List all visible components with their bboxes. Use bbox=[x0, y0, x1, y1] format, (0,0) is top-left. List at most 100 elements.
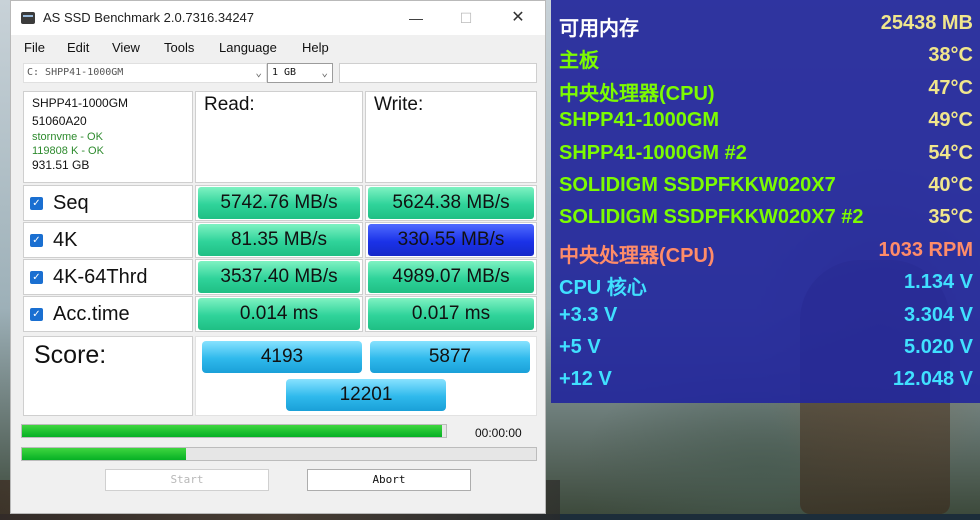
menu-language[interactable]: Language bbox=[219, 40, 277, 55]
sensor-overlay: 可用内存 25438 MB 主板 38°C 中央处理器(CPU) 47°C SHPP41-1… bbox=[551, 0, 980, 403]
sensor-row: CPU 核心 1.134 V bbox=[559, 267, 973, 299]
sensor-label: 中央处理器(CPU) bbox=[559, 82, 715, 105]
alignment-status: 119808 K - OK bbox=[32, 145, 104, 157]
main-progress-bar bbox=[21, 424, 447, 438]
4k-read-value: 81.35 MB/s bbox=[198, 224, 360, 256]
start-button[interactable]: Start bbox=[105, 469, 269, 491]
score-panel: 4193 5877 12201 bbox=[195, 336, 537, 416]
4k-write-cell: 330.55 MB/s bbox=[365, 222, 537, 258]
sensor-label: +3.3 V bbox=[559, 303, 618, 326]
driver-status: stornvme - OK bbox=[32, 131, 103, 143]
row-4k-64thrd: ✓ 4K-64Thrd bbox=[23, 259, 193, 295]
sensor-row: 中央处理器(CPU) 1033 RPM bbox=[559, 235, 973, 267]
test-size-select[interactable]: 1 GB ⌄ bbox=[267, 63, 333, 83]
score-total-value: 12201 bbox=[286, 379, 446, 411]
score-label: Score: bbox=[23, 336, 193, 416]
seq-write-cell: 5624.38 MB/s bbox=[365, 185, 537, 221]
4k-64thrd-read-value: 3537.40 MB/s bbox=[198, 261, 360, 293]
row-4k: ✓ 4K bbox=[23, 222, 193, 258]
sensor-label: SHPP41-1000GM bbox=[559, 109, 720, 132]
abort-button[interactable]: Abort bbox=[307, 469, 471, 491]
acc-time-checkbox[interactable]: ✓ bbox=[30, 307, 43, 321]
sensor-value: 35°C bbox=[928, 206, 973, 229]
4k-64thrd-write-cell: 4989.07 MB/s bbox=[365, 259, 537, 295]
sensor-value: 1.134 V bbox=[904, 271, 973, 294]
chevron-down-icon: ⌄ bbox=[321, 66, 328, 79]
close-button[interactable]: ✕ bbox=[495, 5, 541, 31]
chevron-down-icon: ⌄ bbox=[255, 66, 262, 79]
sensor-row: SOLIDIGM SSDPFKKW020X7 40°C bbox=[559, 170, 973, 202]
seq-write-value: 5624.38 MB/s bbox=[368, 187, 534, 219]
sensor-value: 5.020 V bbox=[904, 336, 973, 358]
sensor-label: 中央处理器(CPU) bbox=[559, 244, 715, 267]
sensor-value: 54°C bbox=[928, 141, 973, 164]
secondary-progress-bar bbox=[21, 447, 537, 461]
sensor-label: SHPP41-1000GM #2 bbox=[559, 141, 747, 164]
menu-help[interactable]: Help bbox=[302, 40, 329, 55]
sensor-label: 可用内存 bbox=[559, 18, 639, 40]
sensor-row: SHPP41-1000GM #2 54°C bbox=[559, 138, 973, 170]
row-label: 4K bbox=[53, 228, 78, 251]
as-ssd-window: AS SSD Benchmark 2.0.7316.34247 — ☐ ✕ Fi… bbox=[10, 0, 546, 514]
menu-view[interactable]: View bbox=[112, 40, 140, 55]
4k-64thrd-write-value: 4989.07 MB/s bbox=[368, 261, 534, 293]
drive-select-value: C: SHPP41-1000GM bbox=[27, 67, 124, 78]
4k-64thrd-read-cell: 3537.40 MB/s bbox=[195, 259, 363, 295]
seq-read-value: 5742.76 MB/s bbox=[198, 187, 360, 219]
sensor-value: 49°C bbox=[928, 109, 973, 132]
app-icon bbox=[21, 12, 35, 24]
sensor-row: +5 V 5.020 V bbox=[559, 332, 973, 364]
score-read-value: 4193 bbox=[202, 341, 362, 373]
4k-64thrd-checkbox[interactable]: ✓ bbox=[30, 270, 43, 284]
sensor-row: 中央处理器(CPU) 47°C bbox=[559, 73, 973, 105]
sensor-label: SOLIDIGM SSDPFKKW020X7 #2 bbox=[559, 206, 864, 229]
4k-read-cell: 81.35 MB/s bbox=[195, 222, 363, 258]
sensor-label: +5 V bbox=[559, 336, 601, 358]
results-grid: SHPP41-1000GM 51060A20 stornvme - OK 119… bbox=[23, 91, 537, 421]
drive-firmware: 51060A20 bbox=[32, 114, 87, 128]
sensor-row: 主板 38°C bbox=[559, 40, 973, 72]
minimize-button[interactable]: — bbox=[393, 5, 439, 31]
maximize-button[interactable]: ☐ bbox=[443, 5, 489, 31]
title-bar[interactable]: AS SSD Benchmark 2.0.7316.34247 — ☐ ✕ bbox=[11, 1, 545, 35]
sensor-label: +12 V bbox=[559, 368, 612, 391]
sensor-value: 1033 RPM bbox=[878, 238, 974, 261]
read-header: Read: bbox=[195, 91, 363, 183]
sensor-row: 可用内存 25438 MB bbox=[559, 8, 973, 40]
seq-checkbox[interactable]: ✓ bbox=[30, 196, 43, 210]
main-progress-fill bbox=[22, 425, 442, 437]
sensor-row: SOLIDIGM SSDPFKKW020X7 #2 35°C bbox=[559, 202, 973, 234]
write-header: Write: bbox=[365, 91, 537, 183]
row-seq: ✓ Seq bbox=[23, 185, 193, 221]
menu-bar: File Edit View Tools Language Help bbox=[11, 37, 545, 59]
score-write-value: 5877 bbox=[370, 341, 530, 373]
4k-write-value: 330.55 MB/s bbox=[368, 224, 534, 256]
sensor-label: 主板 bbox=[559, 50, 599, 73]
sensor-row: +12 V 12.048 V bbox=[559, 364, 973, 396]
acc-time-read-cell: 0.014 ms bbox=[195, 296, 363, 332]
sensor-row: SHPP41-1000GM 49°C bbox=[559, 105, 973, 137]
drive-model: SHPP41-1000GM bbox=[32, 96, 129, 110]
row-label: Seq bbox=[53, 191, 89, 214]
menu-edit[interactable]: Edit bbox=[67, 40, 89, 55]
row-label: Acc.time bbox=[53, 302, 130, 325]
menu-tools[interactable]: Tools bbox=[164, 40, 194, 55]
status-box bbox=[339, 63, 537, 83]
drive-capacity: 931.51 GB bbox=[32, 158, 90, 172]
sensor-label: SOLIDIGM SSDPFKKW020X7 bbox=[559, 174, 836, 196]
row-label: 4K-64Thrd bbox=[53, 265, 148, 288]
sensor-value: 40°C bbox=[928, 174, 973, 196]
sensor-row: +3.3 V 3.304 V bbox=[559, 300, 973, 332]
sensor-value: 47°C bbox=[928, 76, 973, 99]
menu-file[interactable]: File bbox=[24, 40, 45, 55]
4k-checkbox[interactable]: ✓ bbox=[30, 233, 43, 247]
row-acc-time: ✓ Acc.time bbox=[23, 296, 193, 332]
drive-info-panel: SHPP41-1000GM 51060A20 stornvme - OK 119… bbox=[23, 91, 193, 183]
elapsed-time: 00:00:00 bbox=[475, 426, 522, 440]
acc-time-write-value: 0.017 ms bbox=[368, 298, 534, 330]
acc-time-write-cell: 0.017 ms bbox=[365, 296, 537, 332]
sensor-label: CPU 核心 bbox=[559, 277, 647, 300]
drive-select[interactable]: C: SHPP41-1000GM ⌄ bbox=[23, 63, 267, 83]
seq-read-cell: 5742.76 MB/s bbox=[195, 185, 363, 221]
sensor-value: 25438 MB bbox=[880, 12, 973, 34]
